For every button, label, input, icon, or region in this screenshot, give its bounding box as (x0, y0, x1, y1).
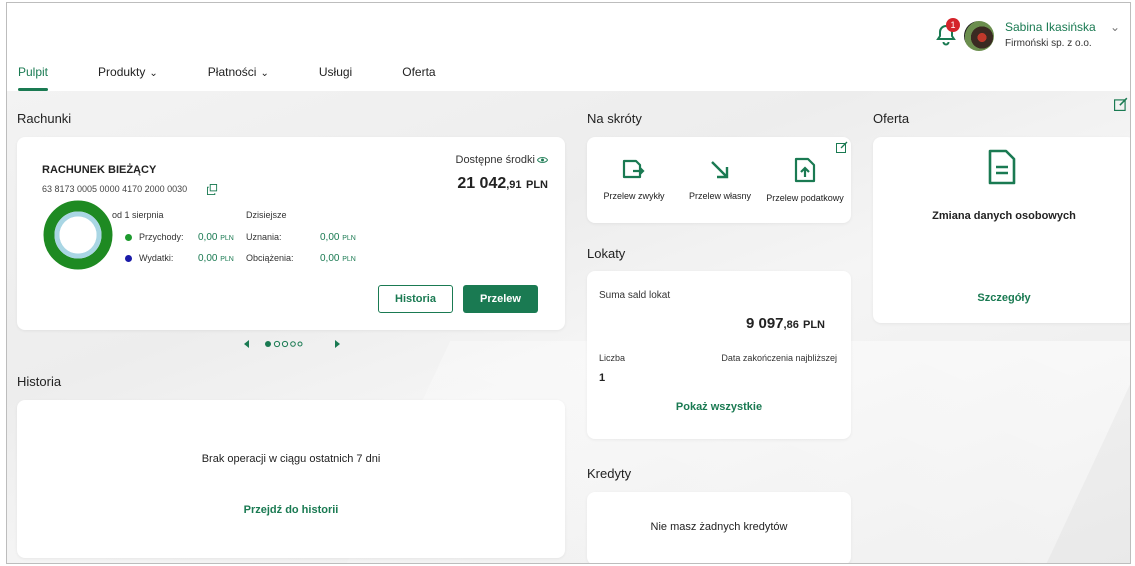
document-icon (988, 149, 1016, 185)
shortcuts-card: Przelew zwykły Przelew własny Przelew po… (587, 137, 851, 223)
deposits-sum-label: Suma sald lokat (599, 290, 671, 301)
offer-card: Zmiana danych osobowych Szczegóły (873, 137, 1130, 323)
history-link[interactable]: Przejdź do historii (17, 504, 565, 516)
edit-icon[interactable] (836, 141, 848, 153)
account-card: RACHUNEK BIEŻĄCY 63 8173 0005 0000 4170 … (17, 137, 565, 330)
section-title-offer: Oferta (873, 111, 910, 126)
shortcut-transfer-regular[interactable]: Przelew zwykły (589, 157, 679, 201)
user-name[interactable]: Sabina Ikasińska (1005, 20, 1096, 34)
nav-item-oferta[interactable]: Oferta (402, 65, 435, 91)
credits-card: Nie masz żadnych kredytów (587, 492, 851, 563)
transfer-button[interactable]: Przelew (463, 285, 538, 313)
section-title-deposits: Lokaty (587, 246, 626, 261)
shortcut-transfer-own[interactable]: Przelew własny (675, 157, 765, 201)
debits-label: Obciążenia: (246, 253, 294, 263)
carousel-dot[interactable] (273, 340, 281, 348)
deposits-card: Suma sald lokat 9 097,86 PLN Liczba Data… (587, 271, 851, 439)
credits-label: Uznania: (246, 232, 282, 242)
period-label: od 1 sierpnia (112, 210, 164, 220)
chevron-down-icon[interactable]: ⌄ (1110, 20, 1120, 34)
income-value: 0,00 PLN (198, 232, 234, 243)
available-funds-label: Dostępne środki (455, 154, 536, 166)
transfer-own-icon (711, 161, 729, 179)
shortcut-label: Przelew własny (688, 191, 752, 201)
deposits-nearest-label: Data zakończenia najbliższej (721, 353, 837, 363)
carousel-dot[interactable] (290, 341, 296, 347)
nav-item-produkty[interactable]: Produkty ⌄ (98, 65, 158, 91)
deposits-link[interactable]: Pokaż wszystkie (587, 401, 851, 413)
edit-icon[interactable] (1114, 97, 1128, 111)
account-number: 63 8173 0005 0000 4170 2000 0030 (42, 184, 188, 194)
carousel-next-icon[interactable] (335, 340, 340, 348)
notification-badge: 1 (946, 18, 960, 32)
offer-card-title: Zmiana danych osobowych (932, 210, 1076, 222)
expense-dot (125, 255, 132, 262)
user-company: Firmoński sp. z o.o. (1005, 38, 1092, 49)
carousel-dot[interactable] (265, 341, 271, 347)
nav-item-platnosci[interactable]: Płatności ⌄ (208, 65, 269, 91)
expense-value: 0,00 PLN (198, 253, 234, 264)
account-carousel (244, 340, 340, 348)
deposits-sum-amount: 9 097,86 PLN (745, 315, 825, 332)
nav-item-label: Usługi (318, 65, 353, 79)
top-bar: 1 Sabina Ikasińska Firmoński sp. z o.o. … (7, 3, 1130, 91)
deposits-count-label: Liczba (599, 353, 626, 363)
section-title-history: Historia (17, 374, 62, 389)
eye-icon[interactable] (537, 156, 548, 164)
credits-value: 0,00 PLN (320, 232, 356, 243)
account-name: RACHUNEK BIEŻĄCY (42, 164, 157, 176)
shortcut-label: Przelew zwykły (603, 191, 665, 201)
income-dot (125, 234, 132, 241)
income-label: Przychody: (139, 232, 184, 242)
carousel-dot[interactable] (281, 340, 289, 348)
section-title-shortcuts: Na skróty (587, 111, 642, 126)
nav-item-label: Produkty (98, 65, 146, 79)
balance-donut-chart (43, 200, 113, 270)
section-title-accounts: Rachunki (17, 111, 72, 126)
section-title-credits: Kredyty (587, 466, 632, 481)
history-button[interactable]: Historia (378, 285, 453, 313)
nav-item-label: Oferta (402, 65, 436, 79)
nav-item-uslugi[interactable]: Usługi (319, 65, 352, 91)
offer-details-link[interactable]: Szczegóły (873, 292, 1130, 304)
credits-empty-text: Nie masz żadnych kredytów (650, 521, 788, 533)
transfer-tax-icon (794, 157, 816, 183)
carousel-dot[interactable] (297, 341, 303, 347)
app-window: 1 Sabina Ikasińska Firmoński sp. z o.o. … (6, 2, 1131, 564)
shortcut-label: Przelew podatkowy (766, 193, 844, 203)
history-empty-text: Brak operacji w ciągu ostatnich 7 dni (201, 453, 381, 465)
main-nav: Pulpit Produkty ⌄ Płatności ⌄ Usługi Ofert… (18, 65, 486, 91)
avatar[interactable] (964, 21, 994, 51)
history-card: Brak operacji w ciągu ostatnich 7 dni Pr… (17, 400, 565, 558)
debits-value: 0,00 PLN (320, 253, 356, 264)
chevron-down-icon: ⌄ (149, 68, 158, 79)
transfer-regular-icon (622, 159, 645, 179)
deposits-count-value: 1 (599, 372, 606, 384)
available-funds-amount: 21 042,91 PLN (457, 175, 548, 192)
chevron-down-icon: ⌄ (260, 68, 269, 79)
shortcut-transfer-tax[interactable]: Przelew podatkowy (760, 157, 850, 203)
dashboard-content: Rachunki RACHUNEK BIEŻĄCY 63 8173 0005 0… (7, 91, 1130, 563)
nav-item-pulpit[interactable]: Pulpit (18, 65, 49, 91)
copy-icon[interactable] (207, 184, 218, 195)
nav-item-label: Pulpit (18, 65, 49, 79)
carousel-prev-icon[interactable] (244, 340, 249, 348)
today-label: Dzisiejsze (246, 210, 287, 220)
nav-item-label: Płatności (207, 65, 257, 79)
expense-label: Wydatki: (139, 253, 174, 263)
